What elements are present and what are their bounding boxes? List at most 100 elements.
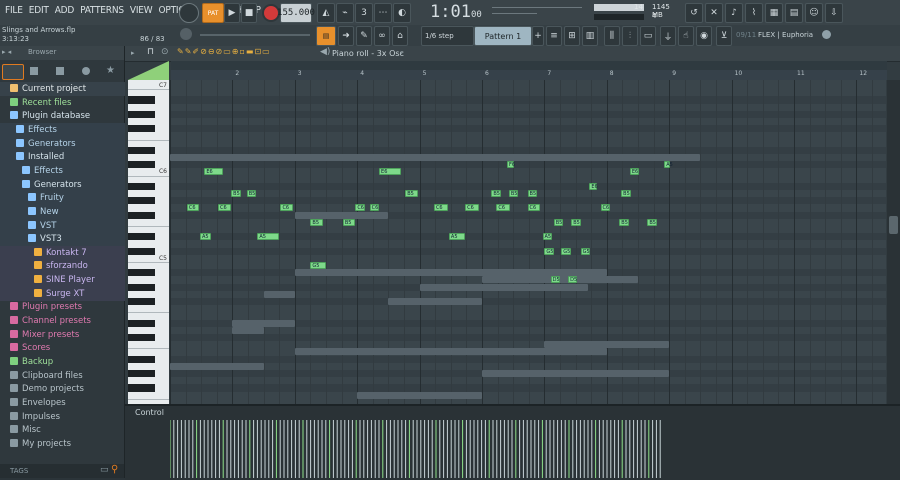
browser-tab-all[interactable] [2, 64, 24, 80]
piano-black-key[interactable] [128, 161, 155, 169]
add-pattern-button[interactable]: + [532, 26, 544, 46]
browser-item[interactable]: Plugin presets [0, 300, 134, 314]
menu-view[interactable]: VIEW [127, 5, 156, 16]
chat-button[interactable]: ☺ [805, 3, 823, 23]
note[interactable]: C6 [280, 204, 293, 212]
note[interactable]: B5 [508, 190, 519, 197]
browser-view-button[interactable]: ▭ [640, 26, 656, 46]
wait-input-button[interactable]: ⌁ [336, 3, 354, 23]
stepseq-button[interactable]: ⊞ [564, 26, 580, 46]
note[interactable]: C6 [369, 204, 380, 212]
speaker-icon[interactable]: ◀) [320, 47, 330, 57]
download-button[interactable]: ⇩ [825, 3, 843, 23]
velocity-bars[interactable] [170, 420, 886, 478]
note[interactable]: C6 [218, 204, 231, 212]
browser-item[interactable]: Current project [0, 82, 134, 96]
piano-black-key[interactable] [128, 334, 155, 342]
browser-item[interactable]: Channel presets [0, 314, 134, 328]
note[interactable]: C6 [600, 204, 610, 212]
scroll-thumb[interactable] [889, 216, 898, 234]
note[interactable]: D5 [550, 276, 560, 284]
browser-tab-files[interactable] [30, 67, 38, 75]
channel-view-button[interactable]: ⫶ [622, 26, 638, 46]
tempo-display[interactable]: 155.000 [277, 3, 315, 23]
timeline-ruler[interactable]: 2 3 4 5 6 7 8 9 10 11 12 [171, 61, 887, 80]
stop-button[interactable]: ■ [241, 3, 257, 23]
note[interactable]: B5 [621, 190, 631, 197]
globe-icon[interactable] [822, 30, 831, 39]
studio-button[interactable]: ◉ [696, 26, 712, 46]
piano-black-key[interactable] [128, 110, 155, 118]
pat-mode-button[interactable]: PAT [202, 3, 224, 23]
note[interactable]: B5 [342, 218, 356, 226]
browser-tab-plugins[interactable] [56, 67, 64, 75]
note[interactable]: A5 [542, 233, 552, 241]
folder-icon[interactable]: ▭ [100, 465, 109, 475]
note[interactable]: G5 [580, 247, 590, 255]
master-volume-knob[interactable] [180, 28, 192, 40]
piano-black-key[interactable] [128, 355, 155, 363]
note[interactable]: B5 [527, 190, 537, 197]
browser-item[interactable]: Impulses [0, 410, 134, 424]
note[interactable]: B5 [553, 218, 564, 226]
note[interactable]: B5 [231, 190, 241, 197]
note[interactable]: C6 [527, 204, 541, 212]
browser-item[interactable]: Mixer presets [0, 328, 134, 342]
note[interactable]: A5 [199, 233, 212, 241]
note[interactable]: B5 [619, 218, 629, 226]
pattern-song-switch[interactable] [179, 3, 199, 23]
note[interactable]: B5 [491, 190, 501, 197]
browser-item[interactable]: Misc [0, 423, 134, 437]
note[interactable]: B5 [246, 190, 257, 197]
piano-black-key[interactable] [128, 146, 155, 154]
note[interactable]: C6 [186, 204, 200, 212]
note[interactable]: E6 [629, 168, 640, 176]
menu-file[interactable]: FILE [2, 5, 26, 16]
resource-monitor[interactable]: 14 1145 MB 4 [590, 2, 680, 22]
note[interactable]: C6 [465, 204, 479, 212]
piano-roll-menu-icon[interactable]: ▸ [131, 49, 135, 57]
stamp-icon[interactable]: ⊙ [161, 47, 169, 57]
piano-black-key[interactable] [128, 247, 155, 255]
loop-record-button[interactable]: ◐ [393, 3, 411, 23]
note[interactable]: G5 [310, 262, 326, 269]
pattern-selector[interactable]: Pattern 1 [474, 26, 532, 46]
menu-edit[interactable]: EDIT [26, 5, 52, 16]
piano-black-key[interactable] [128, 298, 155, 306]
browser-item[interactable]: Recent files [0, 96, 134, 110]
vertical-scrollbar[interactable] [887, 80, 900, 418]
draw-tools-icon[interactable]: ✎✎✐⊘⊖⊘▭⊕▫▬⊡▭ [177, 47, 271, 56]
plugin-picker-button[interactable]: ⏚ [660, 26, 676, 46]
note-grid[interactable]: E6 B5 B5 C6 C6 C6 A5 A5 E6 B5 G5 C6 C6 B5 B5 F6 C6 C6 C6 C6… [170, 80, 886, 418]
menu-patterns[interactable]: PATTERNS [77, 5, 127, 16]
piano-black-key[interactable] [128, 211, 155, 219]
note[interactable]: B5 [571, 218, 581, 226]
search-icon[interactable]: ⚲ [111, 464, 118, 475]
playlist-button[interactable]: ≡ [546, 26, 562, 46]
note[interactable]: A5 [448, 233, 465, 241]
star-icon[interactable]: ★ [106, 65, 115, 76]
shop-button[interactable]: ⊻ [716, 26, 732, 46]
news-ticker[interactable]: FLEX | Euphoria [758, 31, 813, 39]
piano-black-key[interactable] [128, 125, 155, 133]
browser-item[interactable]: Generators [0, 136, 140, 151]
magnet-icon[interactable]: ⊓ [147, 47, 154, 57]
note[interactable]: C6 [355, 204, 365, 212]
browser-item[interactable]: Backup [0, 355, 134, 369]
browser-item[interactable]: Demo projects [0, 382, 134, 396]
piano-black-key[interactable] [128, 233, 155, 241]
metronome-button[interactable]: ◭ [317, 3, 335, 23]
note[interactable]: E6 [204, 168, 224, 176]
note[interactable]: F6 [506, 161, 515, 169]
note[interactable]: G5 [544, 247, 554, 255]
note[interactable]: B5 [647, 218, 657, 226]
note[interactable]: B5 [405, 190, 418, 197]
mic-button[interactable]: ♪ [725, 3, 743, 23]
step-edit-button[interactable]: ⋯ [374, 3, 392, 23]
countdown-button[interactable]: 3 [355, 3, 373, 23]
browser-tab-online[interactable] [82, 67, 90, 75]
snap-selector[interactable]: 1/6 step [421, 26, 474, 46]
menu-add[interactable]: ADD [52, 5, 77, 16]
note[interactable]: C6 [433, 204, 448, 212]
note[interactable]: E6 [379, 168, 401, 176]
